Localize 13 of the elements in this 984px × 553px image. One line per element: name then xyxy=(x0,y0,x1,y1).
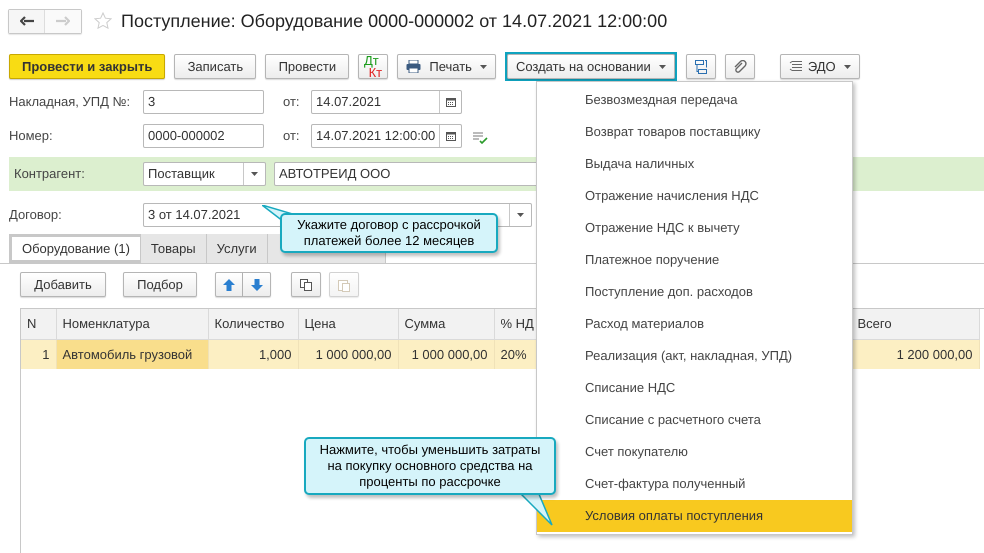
field-label: Номер: xyxy=(9,127,54,146)
field-label: Договор: xyxy=(9,206,63,224)
table-cell: 1 xyxy=(21,339,56,369)
hint-tooltip: Укажите договор с рассрочкой платежей более 12 месяцев xyxy=(280,213,498,253)
field-label: Контрагент: xyxy=(14,165,86,184)
table-cell: 1 000 000,00 xyxy=(398,339,494,369)
table-cell: 1,000 xyxy=(208,339,298,369)
field-label: от: xyxy=(283,93,301,112)
table-cell: Автомобиль грузовой xyxy=(56,339,208,369)
field-label: от: xyxy=(283,127,301,146)
table-cell: 1 000 000,00 xyxy=(298,339,398,369)
window-title: Поступление: Оборудование 0000-000002 от 14.07.2021 12:00:00 xyxy=(121,10,668,33)
field-label: Накладная, УПД №: xyxy=(9,93,132,112)
